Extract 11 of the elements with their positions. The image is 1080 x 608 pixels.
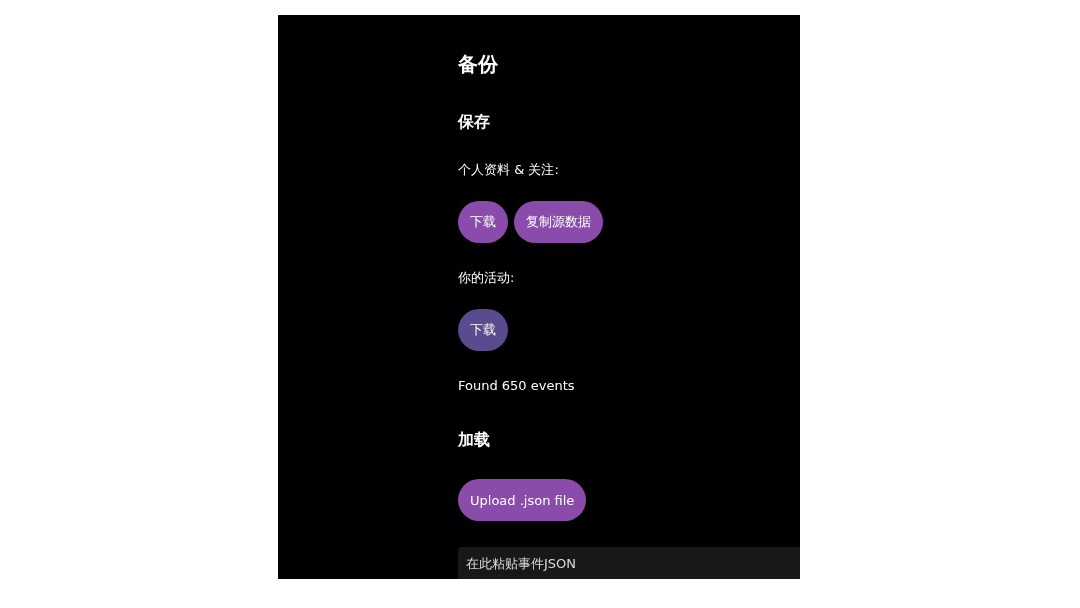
- action-button[interactable]: 下载: [458, 309, 508, 351]
- section-label: Found 650 events: [458, 377, 576, 395]
- section-heading: 保存: [458, 111, 491, 133]
- section-label: 个人资料 & 关注:: [458, 161, 560, 179]
- section-heading: 加载: [458, 429, 491, 451]
- page-title: 备份: [458, 51, 499, 77]
- action-button[interactable]: 下载: [458, 201, 508, 243]
- json-input-field[interactable]: 在此粘贴事件JSON: [458, 547, 800, 579]
- section-label: 你的活动:: [458, 269, 516, 287]
- action-button[interactable]: Upload .json file: [458, 479, 587, 521]
- action-button[interactable]: 复制源数据: [514, 201, 603, 243]
